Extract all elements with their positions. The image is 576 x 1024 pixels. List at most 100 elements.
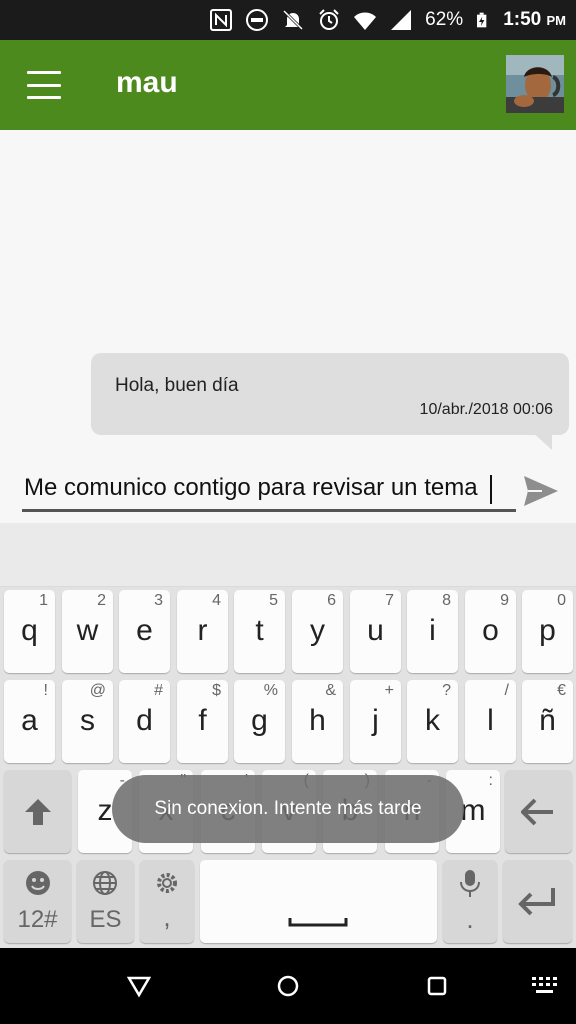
key-label: k [425, 704, 440, 737]
key-e[interactable]: 3e [119, 590, 170, 673]
do-not-disturb-icon [246, 9, 269, 31]
backspace-key[interactable] [505, 770, 572, 853]
key-ñ[interactable]: € ñ [522, 680, 573, 763]
mic-icon [460, 870, 480, 897]
nfc-icon [210, 9, 233, 31]
key-a[interactable]: ! a [4, 680, 55, 763]
key-h[interactable]: & h [292, 680, 343, 763]
key-k[interactable]: ? k [407, 680, 458, 763]
key-alt-label: 8 [442, 592, 451, 609]
key-label: ñ [539, 704, 556, 737]
key-alt-label: 5 [269, 592, 278, 609]
key-label: p [539, 614, 556, 647]
keyboard: 1 q 2 w 3 e 4 r 5 t 6 y 7 u 8 i 9 o 0 p! a @ s # d $ f% g & h + j? k / l € ñ… [0, 523, 576, 948]
key-alt-label: 4 [212, 592, 221, 609]
message-bubble-tail [530, 430, 552, 450]
message-text: Hola, buen día [115, 375, 239, 396]
symbols-label: 12# [17, 906, 58, 933]
period-label: . [466, 904, 474, 934]
key-l[interactable]: / l [465, 680, 516, 763]
send-icon[interactable] [522, 474, 560, 508]
alarm-icon [319, 9, 339, 30]
home-icon[interactable] [276, 974, 300, 998]
chat-area: Hola, buen día 10/abr./2018 00:06 [0, 130, 576, 523]
contact-avatar[interactable] [506, 55, 564, 113]
key-y[interactable]: 6y [292, 590, 343, 673]
key-f[interactable]: $ f [177, 680, 228, 763]
key-alt-label: / [504, 682, 509, 699]
battery-charging-icon [477, 12, 487, 28]
key-i[interactable]: 8i [407, 590, 458, 673]
battery-percent: 62% [425, 9, 464, 30]
enter-key[interactable] [503, 860, 572, 943]
key-label: j [372, 704, 379, 737]
key-alt-label: & [325, 682, 336, 699]
key-alt-label: 9 [500, 592, 509, 609]
period-key[interactable]: . [443, 860, 497, 943]
space-key[interactable] [200, 860, 437, 943]
message-input[interactable] [22, 472, 516, 512]
key-g[interactable]: % g [234, 680, 285, 763]
key-label: f [198, 704, 207, 737]
back-icon[interactable] [127, 974, 151, 998]
key-label: o [482, 614, 499, 647]
key-label: s [80, 704, 95, 737]
key-r[interactable]: 4r [177, 590, 228, 673]
recents-icon[interactable] [425, 974, 449, 998]
hamburger-menu-icon[interactable] [26, 68, 62, 102]
key-label: h [309, 704, 326, 737]
key-alt-label: # [154, 682, 163, 699]
settings-icon [157, 873, 177, 893]
key-label: t [255, 614, 264, 647]
key-w[interactable]: 2w [62, 590, 113, 673]
conversation-title: mau [116, 66, 178, 99]
shift-key[interactable] [4, 770, 71, 853]
language-key[interactable]: ES [77, 860, 134, 943]
key-o[interactable]: 9o [465, 590, 516, 673]
symbols-key[interactable]: 12# [4, 860, 71, 943]
language-label: ES [89, 906, 122, 933]
app-bar: mau [0, 40, 576, 130]
key-label: q [21, 614, 38, 647]
message-bubble[interactable]: Hola, buen día 10/abr./2018 00:06 [91, 353, 569, 435]
key-alt-label: 0 [557, 592, 566, 609]
comma-key[interactable]: , [140, 860, 194, 943]
composer [0, 460, 576, 520]
key-s[interactable]: @ s [62, 680, 113, 763]
message-timestamp: 10/abr./2018 00:06 [419, 401, 553, 418]
key-t[interactable]: 5t [234, 590, 285, 673]
notifications-off-icon [283, 9, 304, 31]
toast-message: Sin conexion. Intente más tarde [112, 775, 464, 843]
key-alt-label: ! [43, 682, 48, 699]
clock: 1:50 PM [503, 9, 566, 30]
key-label: e [136, 614, 153, 647]
suggestion-strip[interactable] [0, 523, 576, 587]
key-label: y [310, 614, 325, 647]
key-j[interactable]: + j [350, 680, 401, 763]
key-label: d [136, 704, 153, 737]
key-alt-label: + [384, 682, 394, 699]
spacebar-icon [288, 918, 348, 927]
key-alt-label: $ [212, 682, 221, 699]
key-q[interactable]: 1q [4, 590, 55, 673]
key-alt-label: 7 [385, 592, 394, 609]
key-label: r [197, 614, 208, 647]
key-label: l [487, 704, 494, 737]
key-u[interactable]: 7u [350, 590, 401, 673]
shift-icon [25, 799, 51, 825]
navigation-bar [0, 948, 576, 1024]
key-d[interactable]: # d [119, 680, 170, 763]
status-bar: 62% 1:50 PM [0, 0, 576, 40]
key-label: i [429, 614, 436, 647]
avatar-image [506, 55, 564, 113]
enter-icon [518, 888, 555, 916]
key-alt-label: 6 [327, 592, 336, 609]
key-alt-label: ? [442, 682, 451, 699]
key-alt-label: 3 [154, 592, 163, 609]
keyboard-switch-icon[interactable] [530, 974, 558, 998]
key-label: a [21, 704, 38, 737]
key-alt-label: @ [89, 682, 106, 699]
backspace-icon [521, 798, 553, 826]
key-p[interactable]: 0p [522, 590, 573, 673]
text-cursor [490, 475, 492, 504]
